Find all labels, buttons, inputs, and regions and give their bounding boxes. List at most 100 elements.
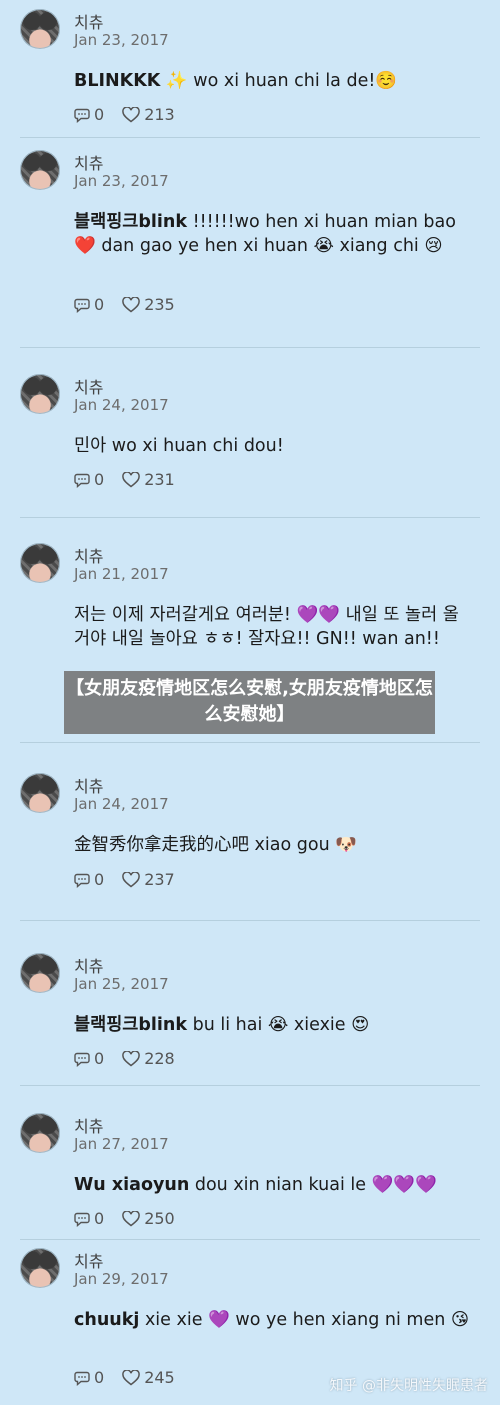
like-button[interactable]: 231 [122,470,175,489]
avatar[interactable] [20,9,60,49]
post-date: Jan 29, 2017 [74,1270,169,1288]
comment-body: ✨ wo xi huan chi la de!☺️ [160,71,398,91]
comment-text: 金智秀你拿走我的心吧 xiao gou 🐶 [74,833,474,857]
divider [20,920,480,921]
divider [20,517,480,518]
reply-count: 0 [94,105,105,124]
comment-icon [74,1371,90,1386]
reply-count: 0 [94,1368,105,1387]
post-date: Jan 23, 2017 [74,31,169,49]
avatar[interactable] [20,953,60,993]
post-date: Jan 21, 2017 [74,565,169,583]
avatar[interactable] [20,773,60,813]
comment-text: chuukj xie xie 💜 wo ye hen xiang ni men … [74,1308,474,1332]
like-button[interactable]: 213 [122,105,175,124]
avatar[interactable] [20,374,60,414]
avatar[interactable] [20,1248,60,1288]
like-count: 250 [144,1209,175,1228]
like-count: 231 [144,470,175,489]
like-button[interactable]: 235 [122,295,175,314]
divider [20,347,480,348]
username[interactable]: 치츄 [74,953,103,977]
divider [20,137,480,138]
heart-icon [122,471,140,487]
action-bar: 0 237 [74,870,193,889]
mention[interactable]: Wu xiaoyun [74,1175,189,1195]
action-bar: 0 213 [74,105,193,124]
heart-icon [122,1369,140,1385]
like-count: 213 [144,105,175,124]
action-bar: 0 250 [74,1209,193,1228]
comment-text: 블랙핑크blink bu li hai 😭 xiexie 😍 [74,1013,474,1037]
heart-icon [122,871,140,887]
avatar[interactable] [20,1113,60,1153]
like-count: 237 [144,870,175,889]
post-date: Jan 24, 2017 [74,396,169,414]
username[interactable]: 치츄 [74,543,103,567]
comment-text: 민아 wo xi huan chi dou! [74,434,474,458]
reply-button[interactable]: 0 [74,870,104,889]
mention[interactable]: 블랙핑크blink [74,1015,187,1035]
heart-icon [122,106,140,122]
comment-text: 블랙핑크blink !!!!!!wo hen xi huan mian bao … [74,210,474,258]
like-count: 235 [144,295,175,314]
post-date: Jan 25, 2017 [74,975,169,993]
reply-count: 0 [94,1209,105,1228]
username[interactable]: 치츄 [74,1248,103,1272]
like-count: 245 [144,1368,175,1387]
comment-body: 金智秀你拿走我的心吧 xiao gou 🐶 [74,835,358,855]
mention[interactable]: 블랙핑크blink [74,212,187,232]
comment-body: 민아 wo xi huan chi dou! [74,436,284,456]
heart-icon [122,1050,140,1066]
like-button[interactable]: 237 [122,870,175,889]
comment-icon [74,873,90,888]
action-bar: 0 228 [74,1049,193,1068]
comment-icon [74,1212,90,1227]
like-button[interactable]: 228 [122,1049,175,1068]
avatar[interactable] [20,150,60,190]
like-count: 228 [144,1049,175,1068]
comment-text: Wu xiaoyun dou xin nian kuai le 💜💜💜 [74,1173,474,1197]
like-button[interactable]: 245 [122,1368,175,1387]
username[interactable]: 치츄 [74,374,103,398]
username[interactable]: 치츄 [74,1113,103,1137]
reply-count: 0 [94,470,105,489]
reply-count: 0 [94,1049,105,1068]
comment-body: dou xin nian kuai le 💜💜💜 [189,1175,437,1195]
heart-icon [122,1210,140,1226]
comment-body: bu li hai 😭 xiexie 😍 [187,1015,370,1035]
reply-button[interactable]: 0 [74,1368,104,1387]
reply-button[interactable]: 0 [74,105,104,124]
divider [20,1085,480,1086]
comment-body: xie xie 💜 wo ye hen xiang ni men 😘 [139,1310,470,1330]
reply-button[interactable]: 0 [74,295,104,314]
post-date: Jan 27, 2017 [74,1135,169,1153]
mention[interactable]: chuukj [74,1310,139,1330]
comment-body: 저는 이제 자러갈게요 여러분! 💜💜 내일 또 놀러 올거야 내일 놀아요 ㅎ… [74,605,459,649]
reply-button[interactable]: 0 [74,470,104,489]
reply-button[interactable]: 0 [74,1049,104,1068]
comment-icon [74,473,90,488]
post-date: Jan 24, 2017 [74,795,169,813]
username[interactable]: 치츄 [74,773,103,797]
action-bar: 0 231 [74,470,193,489]
reply-button[interactable]: 0 [74,1209,104,1228]
divider [20,1239,480,1240]
reply-count: 0 [94,295,105,314]
like-button[interactable]: 250 [122,1209,175,1228]
mention[interactable]: BLINKKK [74,71,160,91]
username[interactable]: 치츄 [74,9,103,33]
comment-icon [74,108,90,123]
comment-icon [74,298,90,313]
action-bar: 0 245 [74,1368,193,1387]
reply-count: 0 [94,870,105,889]
avatar[interactable] [20,543,60,583]
watermark: 知乎 @非失明性失眠患者 [329,1378,488,1394]
action-bar: 0 235 [74,295,193,314]
comment-icon [74,1052,90,1067]
heart-icon [122,296,140,312]
comment-text: BLINKKK ✨ wo xi huan chi la de!☺️ [74,69,474,93]
username[interactable]: 치츄 [74,150,103,174]
comment-text: 저는 이제 자러갈게요 여러분! 💜💜 내일 또 놀러 올거야 내일 놀아요 ㅎ… [74,603,474,651]
divider [20,742,480,743]
